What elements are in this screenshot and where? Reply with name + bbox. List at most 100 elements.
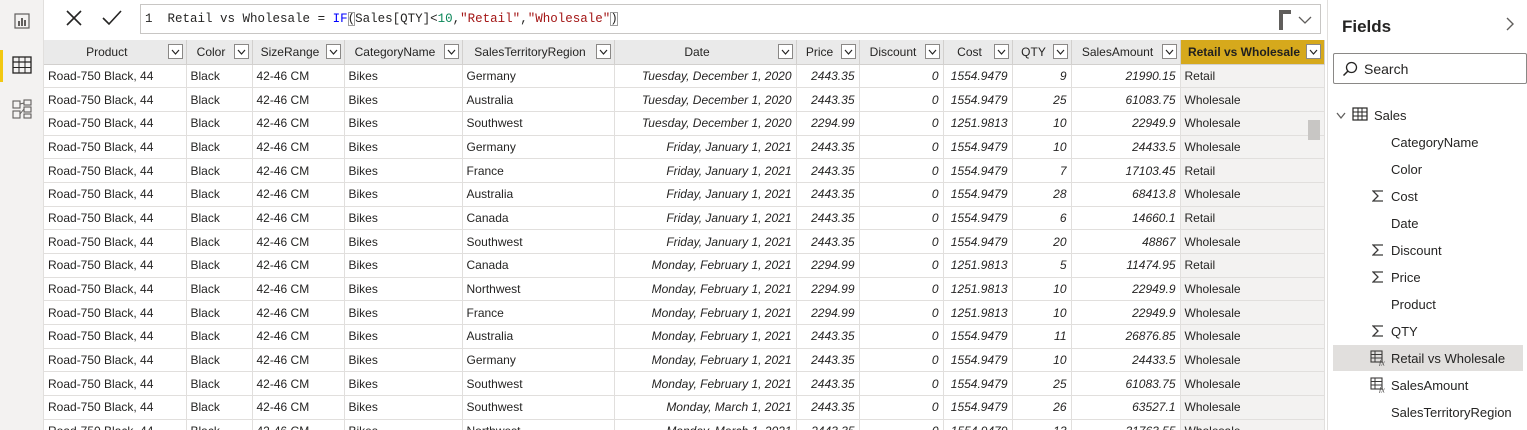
- cell-date[interactable]: Tuesday, December 1, 2020: [614, 111, 797, 136]
- cell-color[interactable]: Black: [186, 206, 253, 231]
- cell-cost[interactable]: 1554.9479: [943, 324, 1013, 349]
- cell-cost[interactable]: 1251.9813: [943, 277, 1013, 302]
- cell-color[interactable]: Black: [186, 253, 253, 278]
- cell-price[interactable]: 2294.99: [796, 277, 860, 302]
- cell-color[interactable]: Black: [186, 111, 253, 136]
- field-item-salesamount[interactable]: fx SalesAmount: [1328, 372, 1527, 398]
- filter-dropdown-icon[interactable]: [840, 44, 856, 59]
- cell-sizerange[interactable]: 42-46 CM: [252, 348, 345, 373]
- cell-salesterritoryregion[interactable]: France: [462, 158, 615, 183]
- cell-retail-vs-wholesale[interactable]: Retail: [1180, 206, 1325, 231]
- cell-sizerange[interactable]: 42-46 CM: [252, 419, 345, 430]
- cell-price[interactable]: 2294.99: [796, 253, 860, 278]
- table-row[interactable]: Road-750 Black, 44 Black 42-46 CM Bikes Sout…: [44, 229, 1325, 254]
- cell-price[interactable]: 2443.35: [796, 395, 860, 420]
- cell-date[interactable]: Friday, January 1, 2021: [614, 206, 797, 231]
- cell-categoryname[interactable]: Bikes: [344, 64, 463, 89]
- column-header-qty[interactable]: QTY: [1012, 40, 1072, 65]
- cell-product[interactable]: Road-750 Black, 44: [44, 348, 187, 373]
- formula-expand-button[interactable]: [1278, 8, 1312, 32]
- cell-price[interactable]: 2443.35: [796, 206, 860, 231]
- field-item-categoryname[interactable]: CategoryName: [1328, 129, 1527, 155]
- cell-categoryname[interactable]: Bikes: [344, 158, 463, 183]
- table-row[interactable]: Road-750 Black, 44 Black 42-46 CM Bikes Cana…: [44, 206, 1325, 231]
- cell-price[interactable]: 2443.35: [796, 229, 860, 254]
- cell-salesamount[interactable]: 24433.5: [1071, 348, 1181, 373]
- cell-retail-vs-wholesale[interactable]: Wholesale: [1180, 300, 1325, 326]
- table-row[interactable]: Road-750 Black, 44 Black 42-46 CM Bikes Germ…: [44, 135, 1325, 160]
- cell-date[interactable]: Monday, February 1, 2021: [614, 277, 797, 302]
- cell-retail-vs-wholesale[interactable]: Wholesale: [1180, 277, 1325, 302]
- cell-categoryname[interactable]: Bikes: [344, 371, 463, 397]
- cell-product[interactable]: Road-750 Black, 44: [44, 300, 187, 326]
- cell-qty[interactable]: 28: [1012, 182, 1072, 207]
- cell-retail-vs-wholesale[interactable]: Wholesale: [1180, 229, 1325, 254]
- cell-sizerange[interactable]: 42-46 CM: [252, 87, 345, 112]
- cell-salesamount[interactable]: 61083.75: [1071, 87, 1181, 112]
- cell-discount[interactable]: 0: [859, 277, 944, 302]
- cell-date[interactable]: Tuesday, December 1, 2020: [614, 87, 797, 112]
- cell-categoryname[interactable]: Bikes: [344, 324, 463, 349]
- cell-sizerange[interactable]: 42-46 CM: [252, 371, 345, 397]
- cell-cost[interactable]: 1554.9479: [943, 371, 1013, 397]
- cell-categoryname[interactable]: Bikes: [344, 277, 463, 302]
- table-row[interactable]: Road-750 Black, 44 Black 42-46 CM Bikes Fran…: [44, 300, 1325, 326]
- cell-price[interactable]: 2443.35: [796, 64, 860, 89]
- cell-salesterritoryregion[interactable]: Australia: [462, 324, 615, 349]
- cell-color[interactable]: Black: [186, 158, 253, 183]
- cell-categoryname[interactable]: Bikes: [344, 300, 463, 326]
- cell-price[interactable]: 2443.35: [796, 182, 860, 207]
- cell-salesamount[interactable]: 24433.5: [1071, 135, 1181, 160]
- cell-qty[interactable]: 6: [1012, 206, 1072, 231]
- cell-categoryname[interactable]: Bikes: [344, 419, 463, 430]
- cell-color[interactable]: Black: [186, 277, 253, 302]
- chevron-down-icon[interactable]: [1336, 108, 1346, 123]
- cell-date[interactable]: Monday, March 1, 2021: [614, 419, 797, 430]
- cell-product[interactable]: Road-750 Black, 44: [44, 277, 187, 302]
- cell-salesterritoryregion[interactable]: Southwest: [462, 395, 615, 420]
- cell-retail-vs-wholesale[interactable]: Retail: [1180, 158, 1325, 183]
- cell-salesamount[interactable]: 48867: [1071, 229, 1181, 254]
- table-row[interactable]: Road-750 Black, 44 Black 42-46 CM Bikes Cana…: [44, 253, 1325, 278]
- cell-cost[interactable]: 1554.9479: [943, 64, 1013, 89]
- cell-retail-vs-wholesale[interactable]: Wholesale: [1180, 371, 1325, 397]
- cell-date[interactable]: Monday, February 1, 2021: [614, 300, 797, 326]
- cell-salesterritoryregion[interactable]: Northwest: [462, 419, 615, 430]
- table-row[interactable]: Road-750 Black, 44 Black 42-46 CM Bikes Fran…: [44, 158, 1325, 183]
- cell-date[interactable]: Friday, January 1, 2021: [614, 135, 797, 160]
- cell-qty[interactable]: 25: [1012, 371, 1072, 397]
- cell-salesterritoryregion[interactable]: Australia: [462, 182, 615, 207]
- cell-cost[interactable]: 1251.9813: [943, 300, 1013, 326]
- cell-cost[interactable]: 1554.9479: [943, 229, 1013, 254]
- formula-editor[interactable]: 1 Retail vs Wholesale = IF(Sales[QTY]<10…: [140, 4, 1321, 34]
- cell-salesamount[interactable]: 22949.9: [1071, 300, 1181, 326]
- table-row[interactable]: Road-750 Black, 44 Black 42-46 CM Bikes Sout…: [44, 395, 1325, 420]
- field-item-price[interactable]: Price: [1328, 264, 1527, 290]
- cell-discount[interactable]: 0: [859, 419, 944, 430]
- table-row[interactable]: Road-750 Black, 44 Black 42-46 CM Bikes Aust…: [44, 324, 1325, 349]
- table-row[interactable]: Road-750 Black, 44 Black 42-46 CM Bikes Aust…: [44, 182, 1325, 207]
- cell-product[interactable]: Road-750 Black, 44: [44, 229, 187, 254]
- column-header-salesamount[interactable]: SalesAmount: [1071, 40, 1181, 65]
- cell-qty[interactable]: 10: [1012, 300, 1072, 326]
- cell-salesamount[interactable]: 17103.45: [1071, 158, 1181, 183]
- cell-qty[interactable]: 11: [1012, 324, 1072, 349]
- cell-product[interactable]: Road-750 Black, 44: [44, 111, 187, 136]
- table-row[interactable]: Road-750 Black, 44 Black 42-46 CM Bikes Sout…: [44, 111, 1325, 136]
- cell-salesamount[interactable]: 22949.9: [1071, 277, 1181, 302]
- cell-product[interactable]: Road-750 Black, 44: [44, 87, 187, 112]
- cell-cost[interactable]: 1251.9813: [943, 111, 1013, 136]
- cell-salesterritoryregion[interactable]: France: [462, 300, 615, 326]
- cell-cost[interactable]: 1554.9479: [943, 158, 1013, 183]
- cell-product[interactable]: Road-750 Black, 44: [44, 253, 187, 278]
- cell-price[interactable]: 2443.35: [796, 324, 860, 349]
- cell-color[interactable]: Black: [186, 229, 253, 254]
- cell-cost[interactable]: 1554.9479: [943, 206, 1013, 231]
- cell-sizerange[interactable]: 42-46 CM: [252, 64, 345, 89]
- cell-retail-vs-wholesale[interactable]: Wholesale: [1180, 182, 1325, 207]
- cell-qty[interactable]: 7: [1012, 158, 1072, 183]
- cell-discount[interactable]: 0: [859, 158, 944, 183]
- collapse-pane-button[interactable]: [1505, 16, 1519, 34]
- table-row[interactable]: Road-750 Black, 44 Black 42-46 CM Bikes Sout…: [44, 371, 1325, 397]
- cell-price[interactable]: 2443.35: [796, 135, 860, 160]
